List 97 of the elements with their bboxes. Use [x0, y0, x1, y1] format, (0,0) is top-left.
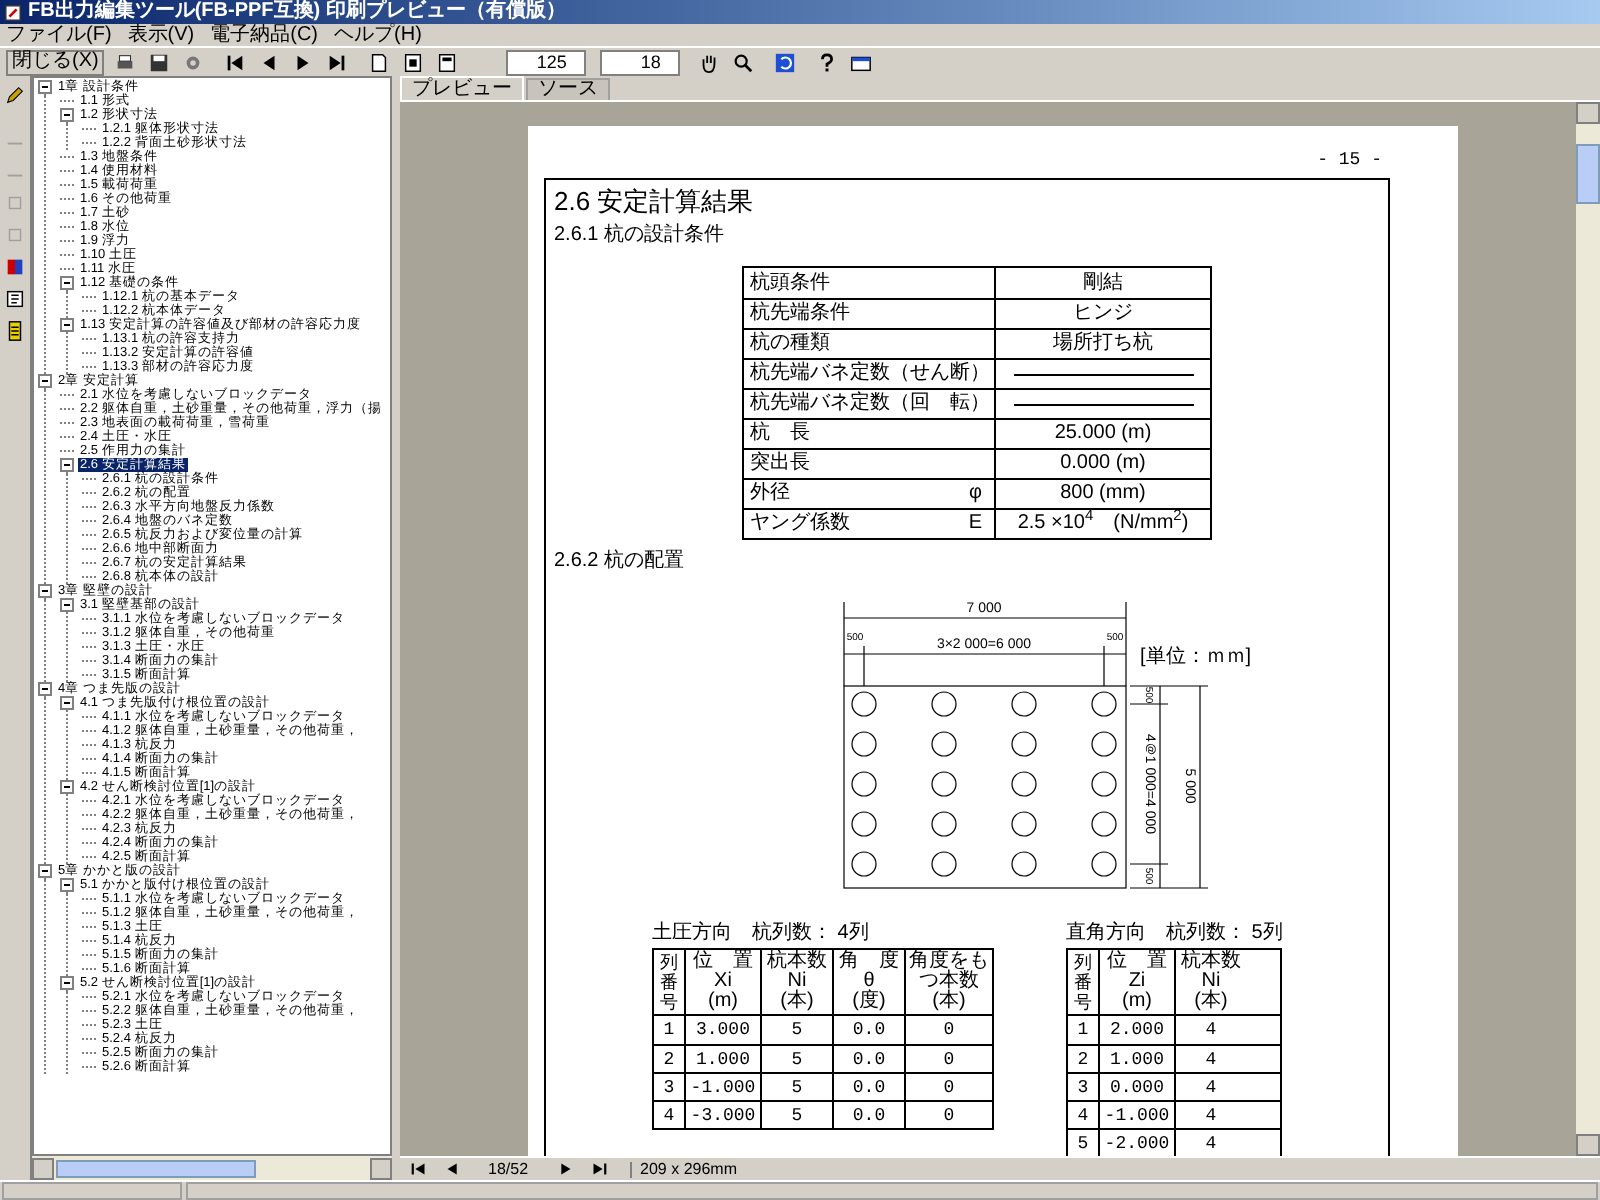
table-cell: 0 [904, 1016, 992, 1044]
table-cell-text: 2 [1075, 1048, 1091, 1072]
table-cell: 2.000 [1098, 1016, 1174, 1044]
table-cell: 5 [760, 1102, 832, 1128]
symbol-label: φ [969, 484, 984, 504]
page-number: - 15 - [1317, 150, 1382, 170]
table-cell-text: 4 [1075, 1104, 1091, 1128]
condition-label: 突出長 [750, 454, 810, 474]
column-header: 角 度 θ (度) [832, 950, 904, 1014]
collapse-toggle[interactable] [38, 374, 52, 388]
table-cell: 0 [904, 1102, 992, 1128]
section-heading: 2.6 安定計算結果 [554, 186, 756, 218]
condition-value: 800 (mm) [1060, 484, 1146, 504]
table-cell: 4 [1174, 1074, 1246, 1100]
column-header: 杭本数 Ni (本) [1174, 950, 1246, 1014]
condition-value: 場所打ち杭 [1053, 334, 1153, 354]
collapse-toggle[interactable] [60, 976, 74, 990]
column-header: 位 置 Xi (m) [684, 950, 760, 1014]
app-icon [4, 3, 22, 21]
collapse-toggle[interactable] [38, 80, 52, 94]
condition-label: 杭の種類 [750, 334, 830, 354]
condition-label: 杭先端バネ定数（せん断） [750, 364, 990, 384]
column-header: 角度をもつ本数 (本) [904, 950, 992, 1014]
table-cell: 3.000 [684, 1016, 760, 1044]
table-cell: 0.0 [832, 1074, 904, 1100]
table-cell-text: 2 [661, 1048, 677, 1072]
tab[interactable]: プレビュー [400, 76, 524, 100]
menu-item[interactable]: 表示(V) [127, 25, 195, 45]
collapse-toggle[interactable] [38, 584, 52, 598]
condition-label: 杭 長 [750, 424, 810, 444]
collapse-toggle[interactable] [38, 864, 52, 878]
table-cell: 0 [904, 1074, 992, 1100]
tab[interactable]: ソース [526, 78, 610, 100]
collapse-toggle[interactable] [60, 878, 74, 892]
condition-value: 25.000 (m) [1054, 424, 1152, 444]
table-cell: -1.000 [1098, 1102, 1174, 1128]
collapse-toggle[interactable] [38, 682, 52, 696]
table-cell: 0.0 [832, 1102, 904, 1128]
unit-label: [単位：ｍｍ] [1140, 646, 1252, 668]
collapse-toggle[interactable] [60, 696, 74, 710]
condition-label: 外径 [750, 484, 790, 504]
condition-value: 剛結 [1083, 273, 1123, 293]
symbol-label: E [968, 514, 984, 534]
table-cell: 0.0 [832, 1046, 904, 1072]
collapse-toggle[interactable] [60, 318, 74, 332]
refresh-icon[interactable] [770, 48, 799, 76]
table-cell-text: 3 [1075, 1076, 1091, 1100]
table-cell: 5 [760, 1016, 832, 1044]
table-cell: 1.000 [1098, 1046, 1174, 1072]
condition-label: ヤング係数 [750, 514, 850, 534]
table-cell-text: 1 [1075, 1018, 1091, 1044]
table-cell: 0.000 [1098, 1074, 1174, 1100]
subsection-heading: 2.6.1 杭の設計条件 [554, 222, 727, 250]
condition-value: ヒンジ [1073, 304, 1133, 324]
table-cell-text: 1 [661, 1018, 677, 1044]
table-cell-text: 4 [661, 1104, 677, 1128]
vertical-scrollbar[interactable] [1576, 102, 1600, 1156]
table-cell: 4 [1174, 1016, 1246, 1044]
table-cell: 4 [1174, 1130, 1246, 1156]
condition-value: 2.5 ×10$^{4}$ (N/mm$^{2}$) [1017, 514, 1189, 534]
table-cell: -3.000 [684, 1102, 760, 1128]
condition-value: 0.000 (m) [1060, 454, 1146, 474]
table-cell: 4 [1174, 1046, 1246, 1072]
collapse-toggle[interactable] [60, 276, 74, 290]
menu-item[interactable]: 電子納品(C) [210, 25, 319, 45]
condition-label: 杭先端条件 [750, 304, 850, 324]
table-cell: 0 [904, 1046, 992, 1072]
collapse-toggle[interactable] [60, 108, 74, 122]
table-cell: -1.000 [684, 1074, 760, 1100]
menu-item[interactable]: ヘルプ(H) [334, 25, 422, 45]
collapse-toggle[interactable] [60, 458, 74, 472]
table-cell: -2.000 [1098, 1130, 1174, 1156]
table-cell: 4 [1174, 1102, 1246, 1128]
table-title: 土圧方向 杭列数： 4列 [652, 922, 871, 946]
collapse-toggle[interactable] [60, 598, 74, 612]
close-button[interactable]: 閉じる(X) [6, 49, 105, 75]
paper-size: 209 x 296mm [630, 1161, 737, 1177]
table-cell: 1.000 [684, 1046, 760, 1072]
menu-item[interactable]: ファイル(F) [6, 25, 112, 45]
table-cell: 5 [760, 1074, 832, 1100]
condition-label: 杭頭条件 [750, 273, 830, 293]
subsection-heading: 2.6.2 杭の配置 [554, 548, 687, 576]
table-cell: 0.0 [832, 1016, 904, 1044]
zoom-field[interactable]: 125 [506, 49, 587, 75]
page-indicator: 18/52 [486, 1161, 531, 1177]
collapse-toggle[interactable] [60, 780, 74, 794]
page-field[interactable]: 18 [600, 49, 681, 75]
column-header: 列番号 [658, 950, 680, 1014]
condition-label: 杭先端バネ定数（回 転） [750, 394, 990, 414]
table-cell-text: 5 [1075, 1132, 1091, 1156]
table-title: 直角方向 杭列数： 5列 [1066, 922, 1283, 946]
column-header: 杭本数 Ni (本) [760, 950, 832, 1014]
table-cell-text: 3 [661, 1076, 677, 1100]
horizontal-scrollbar[interactable] [32, 1156, 392, 1180]
table-cell: 5 [760, 1046, 832, 1072]
column-header: 列番号 [1072, 950, 1094, 1014]
column-header: 位 置 Zi (m) [1098, 950, 1174, 1014]
